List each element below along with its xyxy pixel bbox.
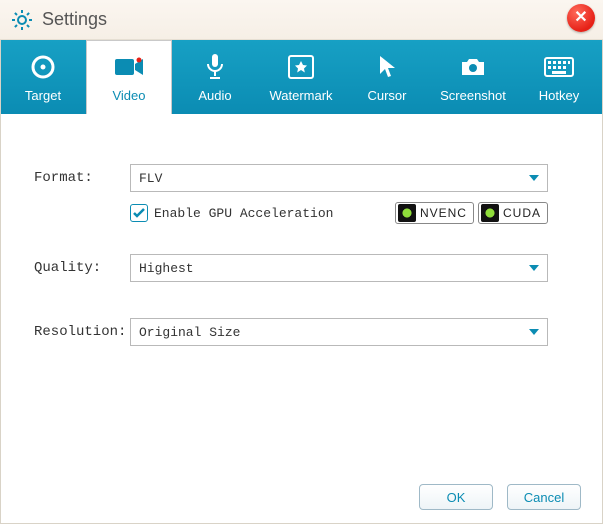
nvidia-eye-icon	[398, 204, 416, 222]
footer: OK Cancel	[419, 484, 581, 510]
tab-target[interactable]: Target	[0, 40, 86, 114]
row-gpu: Enable GPU Acceleration NVENC CUDA	[130, 202, 548, 224]
resolution-label: Resolution:	[34, 324, 130, 340]
camera-icon	[459, 52, 487, 82]
cuda-text: CUDA	[503, 206, 541, 220]
titlebar: Settings ✕	[0, 0, 603, 40]
check-icon	[132, 206, 146, 220]
video-icon	[114, 52, 144, 82]
format-label: Format:	[34, 170, 130, 186]
target-icon	[30, 52, 56, 82]
close-icon: ✕	[574, 10, 587, 26]
row-format: Format: FLV	[34, 164, 573, 192]
quality-select[interactable]: Highest	[130, 254, 548, 282]
cancel-button[interactable]: Cancel	[507, 484, 581, 510]
format-value: FLV	[139, 171, 162, 186]
nvenc-badge: NVENC	[395, 202, 474, 224]
nvenc-text: NVENC	[420, 206, 467, 220]
tab-label: Video	[112, 88, 145, 103]
tab-label: Cursor	[367, 88, 406, 103]
tab-strip: Target Video Audio Watermark Cursor Scre…	[0, 40, 603, 114]
window-title: Settings	[42, 9, 107, 30]
resolution-select[interactable]: Original Size	[130, 318, 548, 346]
tab-video[interactable]: Video	[86, 40, 172, 114]
gpu-checkbox[interactable]	[130, 204, 148, 222]
tab-hotkey[interactable]: Hotkey	[516, 40, 602, 114]
row-resolution: Resolution: Original Size	[34, 318, 573, 346]
tab-screenshot[interactable]: Screenshot	[430, 40, 516, 114]
row-quality: Quality: Highest	[34, 254, 573, 282]
chevron-down-icon	[529, 265, 539, 271]
tab-cursor[interactable]: Cursor	[344, 40, 430, 114]
mic-icon	[204, 52, 226, 82]
tab-audio[interactable]: Audio	[172, 40, 258, 114]
tab-label: Hotkey	[539, 88, 579, 103]
tab-watermark[interactable]: Watermark	[258, 40, 344, 114]
chevron-down-icon	[529, 329, 539, 335]
settings-content: Format: FLV Enable GPU Acceleration NVEN…	[0, 114, 603, 346]
ok-button[interactable]: OK	[419, 484, 493, 510]
tab-label: Screenshot	[440, 88, 506, 103]
cuda-badge: CUDA	[478, 202, 548, 224]
tab-label: Target	[25, 88, 61, 103]
resolution-value: Original Size	[139, 325, 240, 340]
nvidia-eye-icon	[481, 204, 499, 222]
quality-value: Highest	[139, 261, 194, 276]
tab-label: Watermark	[269, 88, 332, 103]
watermark-icon	[288, 52, 314, 82]
close-button[interactable]: ✕	[567, 4, 595, 32]
gear-icon	[10, 8, 34, 32]
quality-label: Quality:	[34, 260, 130, 276]
cursor-icon	[377, 52, 397, 82]
gpu-label: Enable GPU Acceleration	[154, 206, 333, 221]
keyboard-icon	[544, 52, 574, 82]
chevron-down-icon	[529, 175, 539, 181]
gpu-badges: NVENC CUDA	[395, 202, 548, 224]
format-select[interactable]: FLV	[130, 164, 548, 192]
tab-label: Audio	[198, 88, 231, 103]
